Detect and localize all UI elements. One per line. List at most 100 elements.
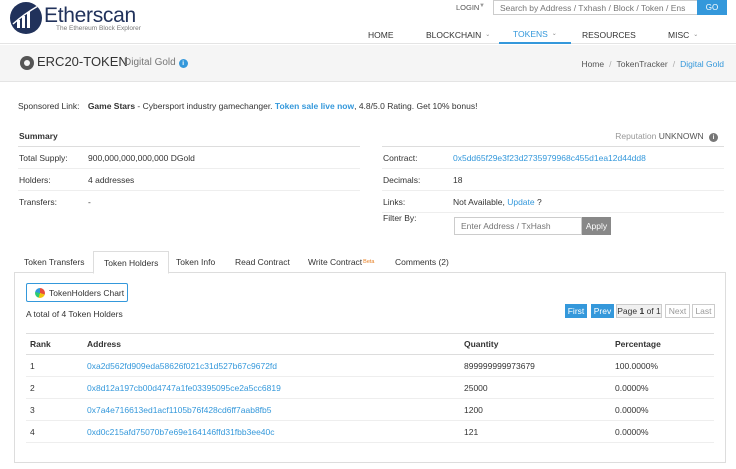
tab-token-holders[interactable]: Token Holders [93, 251, 170, 274]
nav-blockchain[interactable]: BLOCKCHAIN ⌄ [412, 25, 504, 44]
tab-token-info[interactable]: Token Info [166, 251, 225, 273]
token-name-text: Digital Gold [124, 57, 176, 68]
pager-of: of [646, 306, 654, 316]
transfers-label: Transfers: [19, 197, 57, 207]
brand-tagline: The Ethereum Block Explorer [56, 25, 141, 32]
search-go-button[interactable]: GO [697, 0, 727, 15]
decimals-value: 18 [453, 174, 463, 185]
nav-resources-label: RESOURCES [582, 29, 636, 40]
breadcrumb-separator: / [609, 59, 612, 69]
info-icon[interactable]: i [178, 59, 188, 68]
reputation: Reputation UNKNOWN i [615, 131, 718, 142]
token-name: Digital Gold i [124, 57, 188, 68]
pager-next-button[interactable]: Next [665, 304, 690, 318]
logo-chart-icon [10, 2, 42, 34]
pager-total: 1 [656, 306, 661, 316]
rank-cell: 2 [30, 382, 35, 393]
nav-misc[interactable]: MISC ⌄ [654, 25, 712, 44]
pie-chart-icon [35, 287, 45, 298]
breadcrumb-separator: / [672, 59, 676, 69]
rank-cell: 4 [30, 426, 35, 437]
table-row: 1 0xa2d562fd909eda58626f021c31d527b67c96… [26, 355, 714, 377]
login-chevron-icon[interactable]: ▼ [479, 3, 485, 9]
sponsored-label: Sponsored Link: [18, 101, 80, 111]
percentage-cell: 0.0000% [615, 404, 649, 415]
total-supply-row: Total Supply: 900,000,000,000,000 DGold [18, 147, 360, 169]
page-title: ERC20-TOKEN [37, 54, 128, 69]
pager-prev-button[interactable]: Prev [591, 304, 614, 318]
rank-cell: 3 [30, 404, 35, 415]
col-quantity: Quantity [464, 339, 499, 349]
page-titlebar: ERC20-TOKEN Digital Gold i Home / TokenTrac… [0, 45, 736, 82]
sponsor-cta-link[interactable]: Token sale live now [275, 101, 354, 111]
reputation-value: UNKNOWN [658, 131, 704, 141]
search-input[interactable] [493, 0, 698, 15]
links-status: Not Available, [453, 196, 505, 207]
tokenholders-chart-button[interactable]: TokenHolders Chart [26, 283, 128, 302]
col-address: Address [87, 339, 122, 349]
address-link[interactable]: 0x7a4e716613ed1acf1105b76f428cd6ff7aab8f… [87, 405, 272, 415]
nav-home-label: HOME [368, 29, 394, 40]
summary-heading-row: Summary [18, 127, 360, 147]
info-icon[interactable]: i [709, 133, 718, 142]
col-rank: Rank [30, 339, 51, 349]
pager-first-button[interactable]: First [565, 304, 587, 318]
tab-read-contract[interactable]: Read Contract [225, 251, 300, 273]
quantity-cell: 899999999973679 [464, 360, 535, 371]
address-link[interactable]: 0x8d12a197cb00d4747a1fe03395095ce2a5cc68… [87, 383, 281, 393]
contract-row: Contract: 0x5dd65f29e3f23d2735979968c455… [382, 147, 724, 169]
address-link[interactable]: 0xa2d562fd909eda58626f021c31d527b67c9672… [87, 361, 277, 371]
tab-comments[interactable]: Comments (2) [385, 251, 459, 273]
tab-token-transfers[interactable]: Token Transfers [14, 251, 94, 273]
tab-write-contract-label: Write Contract [308, 257, 363, 267]
sponsor-tail: , 4.8/5.0 Rating. Get 10% bonus! [354, 101, 478, 111]
nav-resources[interactable]: RESOURCES [568, 25, 650, 44]
beta-badge: Beta [363, 259, 375, 265]
quantity-cell: 1200 [464, 404, 483, 415]
holders-total-text: A total of 4 Token Holders [26, 309, 123, 319]
contract-address-link[interactable]: 0x5dd65f29e3f23d2735979968c455d1ea12d44d… [453, 153, 646, 163]
quantity-cell: 25000 [464, 382, 488, 393]
filter-label: Filter By: [383, 213, 417, 223]
tab-read-contract-label: Read Contract [235, 257, 290, 267]
chevron-down-icon: ⌄ [693, 32, 699, 38]
token-icon [20, 56, 34, 70]
decimals-row: Decimals: 18 [382, 169, 724, 191]
filter-input[interactable] [454, 217, 582, 235]
holders-table-header: Rank Address Quantity Percentage [26, 333, 714, 355]
sponsor-name[interactable]: Game Stars [88, 101, 135, 111]
breadcrumb-tokentracker[interactable]: TokenTracker [617, 59, 668, 69]
links-label: Links: [383, 196, 406, 207]
pager-page-prefix: Page [617, 306, 638, 316]
pager-current-number: 1 [639, 306, 645, 316]
nav-tokens-label: TOKENS [513, 28, 548, 39]
nav-home[interactable]: HOME [354, 25, 408, 44]
sponsored-link: Sponsored Link: Game Stars - Cybersport … [18, 101, 477, 111]
reputation-label: Reputation [615, 131, 657, 141]
links-value: Not Available, Update ? [453, 197, 542, 207]
rank-cell: 1 [30, 360, 35, 371]
login-link[interactable]: LOGIN [456, 3, 479, 12]
update-link[interactable]: Update [507, 197, 534, 207]
pager-current: Page 1 of 1 [616, 304, 662, 318]
quantity-cell: 121 [464, 426, 479, 437]
address-link[interactable]: 0xd0c215afd75070b7e69e164146ffd31fbb3ee4… [87, 427, 275, 437]
tab-token-transfers-label: Token Transfers [24, 257, 85, 267]
pager-last-button[interactable]: Last [692, 304, 715, 318]
tab-token-info-label: Token Info [176, 257, 216, 267]
etherscan-logo[interactable]: Etherscan The Ethereum Block Explorer [10, 2, 141, 36]
tab-token-holders-label: Token Holders [104, 257, 159, 268]
chevron-down-icon: ⌄ [551, 31, 557, 37]
chart-button-label: TokenHolders Chart [49, 287, 125, 298]
transfers-row: Transfers: - [18, 191, 360, 213]
total-supply-label: Total Supply: [19, 152, 68, 163]
decimals-label: Decimals: [383, 174, 421, 185]
summary-heading: Summary [19, 131, 58, 141]
breadcrumb-home[interactable]: Home [581, 59, 604, 69]
percentage-cell: 0.0000% [615, 382, 649, 393]
tab-write-contract[interactable]: Write Contract Beta [298, 251, 385, 273]
table-row: 2 0x8d12a197cb00d4747a1fe03395095ce2a5cc… [26, 377, 714, 399]
nav-tokens[interactable]: TOKENS ⌄ [499, 25, 571, 44]
apply-button[interactable]: Apply [582, 217, 611, 235]
col-percentage: Percentage [615, 339, 661, 349]
